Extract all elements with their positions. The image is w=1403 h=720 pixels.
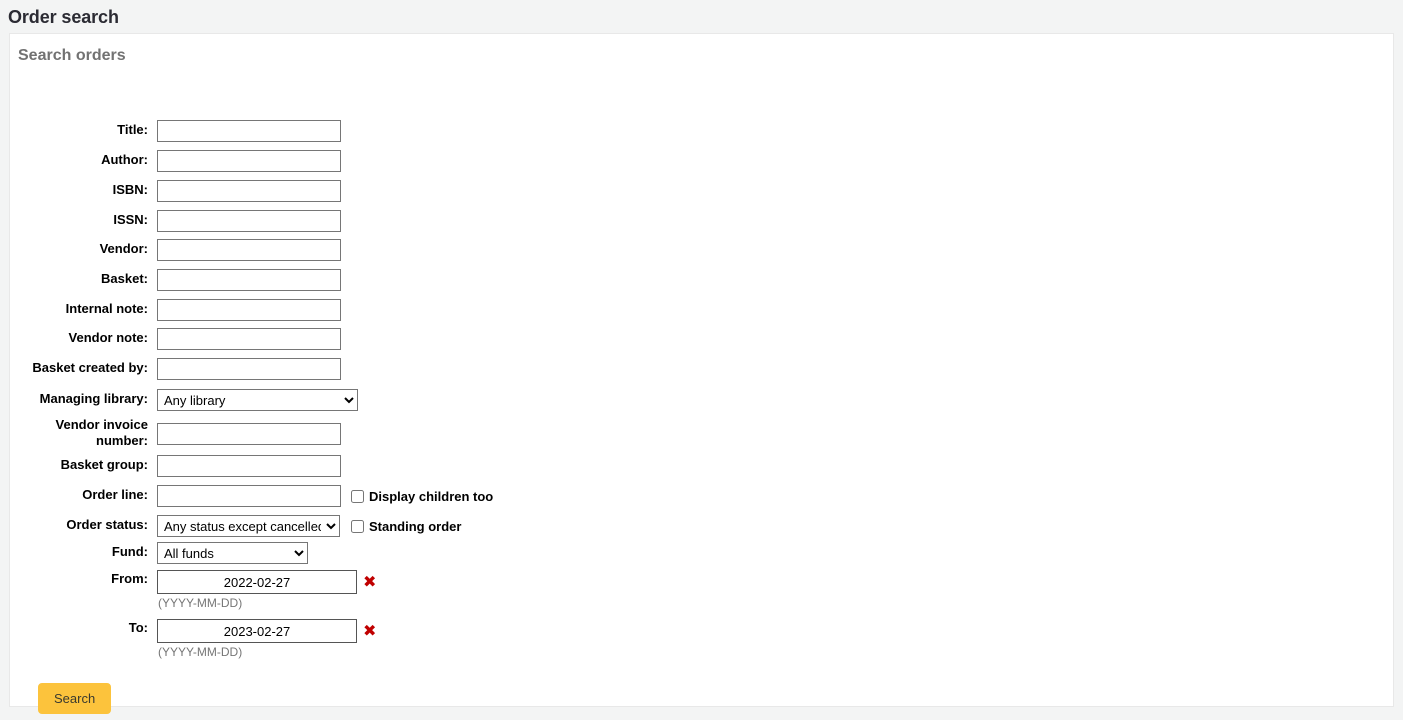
title-input[interactable] xyxy=(157,120,341,142)
vendor-invoice-number-input[interactable] xyxy=(157,423,341,445)
vendor-note-input[interactable] xyxy=(157,328,341,350)
clear-to-date-icon[interactable]: ✖ xyxy=(363,623,376,639)
label-from-date: From: xyxy=(111,571,148,586)
fund-select[interactable]: All funds xyxy=(157,542,308,564)
display-children-label[interactable]: Display children too xyxy=(369,489,493,504)
label-basket-created-by: Basket created by: xyxy=(32,360,148,375)
order-line-input[interactable] xyxy=(157,485,341,507)
vendor-input[interactable] xyxy=(157,239,341,261)
standing-order-checkbox[interactable] xyxy=(351,520,364,533)
label-issn: ISSN: xyxy=(113,212,148,227)
basket-created-by-input[interactable] xyxy=(157,358,341,380)
standing-order-checkbox-group: Standing order xyxy=(351,519,461,534)
label-basket: Basket: xyxy=(101,271,148,286)
label-order-status: Order status: xyxy=(66,517,148,532)
label-order-line: Order line: xyxy=(82,487,148,502)
display-children-checkbox-group: Display children too xyxy=(351,489,493,504)
from-date-hint: (YYYY-MM-DD) xyxy=(158,596,243,610)
label-to-date: To: xyxy=(128,620,148,635)
basket-group-input[interactable] xyxy=(157,455,341,477)
label-vendor: Vendor: xyxy=(99,241,148,256)
search-button[interactable]: Search xyxy=(38,683,112,714)
issn-input[interactable] xyxy=(157,210,341,232)
internal-note-input[interactable] xyxy=(157,299,341,321)
order-status-select[interactable]: Any status except cancelled xyxy=(157,515,340,537)
label-author: Author: xyxy=(101,152,148,167)
search-orders-panel: Search orders Title: Author: ISBN: ISSN:… xyxy=(9,33,1394,714)
isbn-input[interactable] xyxy=(157,180,341,202)
label-basket-group: Basket group: xyxy=(60,457,148,472)
clear-from-date-icon[interactable]: ✖ xyxy=(363,574,376,590)
label-isbn: ISBN: xyxy=(112,182,148,197)
label-fund: Fund: xyxy=(111,544,148,559)
managing-library-select[interactable]: Any library xyxy=(157,389,358,411)
label-internal-note: Internal note: xyxy=(65,301,148,316)
display-children-checkbox[interactable] xyxy=(351,490,364,503)
label-vendor-invoice-number: Vendor invoice number: xyxy=(55,417,148,448)
to-date-input[interactable] xyxy=(157,619,357,643)
label-managing-library: Managing library: xyxy=(39,391,148,406)
from-date-input[interactable] xyxy=(157,570,357,594)
author-input[interactable] xyxy=(157,150,341,172)
label-vendor-note: Vendor note: xyxy=(68,330,148,345)
standing-order-label[interactable]: Standing order xyxy=(369,519,461,534)
page-title: Order search xyxy=(8,7,119,27)
panel-heading: Search orders xyxy=(18,47,126,64)
basket-input[interactable] xyxy=(157,269,341,291)
to-date-hint: (YYYY-MM-DD) xyxy=(158,645,243,659)
label-title: Title: xyxy=(117,122,148,137)
